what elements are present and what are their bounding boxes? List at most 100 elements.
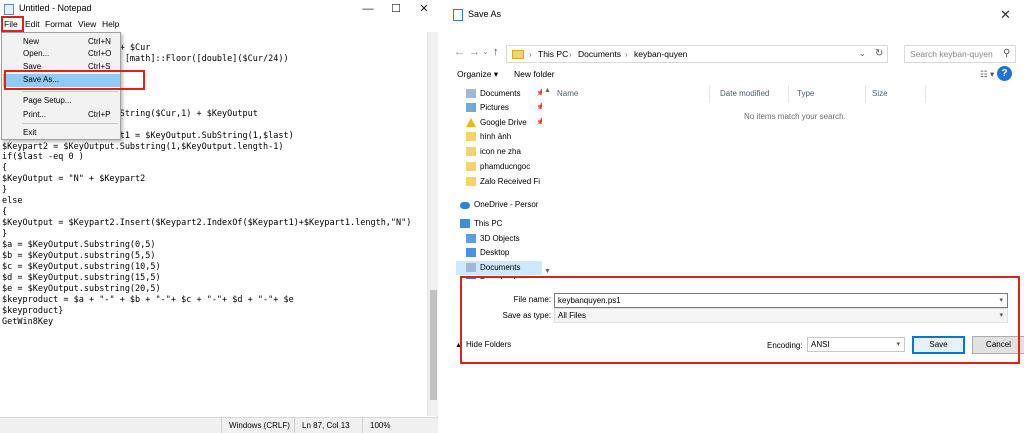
- nav-item-zalo-received-fi[interactable]: Zalo Received Fi: [456, 175, 549, 189]
- status-line-ending: Windows (CRLF): [229, 421, 290, 430]
- notepad-window: Untitled - Notepad — ☐ ✕ File Edit Forma…: [0, 0, 438, 433]
- notepad-app-icon: [4, 4, 14, 15]
- nav-item-3d-objects[interactable]: 3D Objects: [456, 232, 549, 246]
- search-icon: ⚲: [1003, 48, 1011, 59]
- hide-folders-button[interactable]: ▲ Hide Folders: [455, 340, 511, 349]
- nav-item-label: OneDrive - Persor: [474, 200, 539, 209]
- menu-edit[interactable]: Edit: [25, 19, 40, 29]
- file-menu-save-as[interactable]: Save As...: [3, 74, 120, 87]
- nav-item-onedrive-persor[interactable]: OneDrive - Persor: [456, 198, 543, 212]
- refresh-icon[interactable]: ↻: [875, 48, 883, 59]
- organize-button[interactable]: Organize ▾: [457, 69, 498, 80]
- close-button[interactable]: ✕: [410, 0, 438, 18]
- recent-locations-icon[interactable]: ⌄: [482, 47, 489, 56]
- save-button[interactable]: Save: [912, 336, 965, 354]
- chevron-up-icon: ▲: [455, 342, 462, 349]
- view-options-icon[interactable]: ☷ ▾: [980, 69, 994, 80]
- code-line: $a = $KeyOutput.Substring(0,5): [2, 240, 156, 251]
- code-line: {: [2, 163, 8, 174]
- notepad-titlebar[interactable]: Untitled - Notepad — ☐ ✕: [0, 0, 438, 18]
- encoding-select[interactable]: ANSI ▾: [807, 337, 905, 352]
- status-position: Ln 87, Col 13: [302, 421, 350, 430]
- menu-format[interactable]: Format: [45, 19, 72, 29]
- search-placeholder: Search keyban-quyen: [910, 49, 993, 59]
- file-menu-page-setup[interactable]: Page Setup...: [3, 95, 120, 107]
- chevron-down-icon: ▾: [896, 341, 900, 348]
- code-line: $keyproduct = $a + "-" + $b + "-"+ $c + …: [2, 294, 294, 305]
- navigation-pane-scrollbar[interactable]: ▲ ▼: [542, 85, 552, 279]
- column-size[interactable]: Size: [872, 89, 888, 98]
- column-name[interactable]: Name: [557, 89, 578, 98]
- nav-item-downloads[interactable]: Downloads: [456, 275, 549, 279]
- chevron-down-icon: ▾: [999, 312, 1003, 319]
- search-input[interactable]: Search keyban-quyen ⚲: [904, 45, 1016, 63]
- nav-item-label: Documents: [480, 263, 521, 272]
- cancel-button[interactable]: Cancel: [972, 336, 1024, 354]
- back-arrow-icon[interactable]: ←: [454, 46, 465, 58]
- nav-item-label: phamducngoc: [480, 162, 531, 171]
- breadcrumb-this-pc[interactable]: This PC: [538, 49, 568, 59]
- nav-item-pictures[interactable]: Pictures 📌: [456, 101, 549, 115]
- nav-item-label: This PC: [474, 219, 503, 228]
- scrollbar-thumb[interactable]: [430, 290, 437, 400]
- save-as-type-select[interactable]: All Files ▾: [554, 308, 1008, 323]
- help-icon[interactable]: ?: [997, 66, 1012, 81]
- new-folder-button[interactable]: New folder: [514, 69, 555, 79]
- address-bar[interactable]: › This PC › Documents › keyban-quyen ⌄ ↻: [506, 45, 888, 63]
- menu-help[interactable]: Help: [102, 19, 119, 29]
- save-as-titlebar[interactable]: Save As ✕: [445, 0, 1024, 30]
- nav-item-label: Pictures: [480, 103, 509, 112]
- nav-item-desktop[interactable]: Desktop: [456, 246, 549, 260]
- code-line: GetWin8Key: [2, 316, 54, 327]
- dialog-footer: ▲ Hide Folders Encoding: ANSI ▾ Save Canc…: [445, 332, 1024, 358]
- forward-arrow-icon[interactable]: →: [469, 46, 480, 58]
- this-pc-icon: [460, 219, 470, 228]
- chevron-down-icon: ▾: [999, 297, 1003, 304]
- code-line: else: [2, 196, 23, 207]
- notepad-vertical-scrollbar[interactable]: [427, 32, 438, 416]
- onedrive-icon: [460, 202, 470, 209]
- nav-item-documents[interactable]: Documents: [456, 261, 549, 275]
- nav-item-h-nh-nh[interactable]: hình ảnh: [456, 130, 549, 144]
- nav-item-this-pc[interactable]: This PC: [456, 217, 543, 231]
- nav-item-label: 3D Objects: [480, 234, 520, 243]
- menu-view[interactable]: View: [78, 19, 96, 29]
- file-name-label: File name:: [513, 295, 551, 304]
- file-menu-new[interactable]: New Ctrl+N: [3, 36, 120, 48]
- file-menu-print[interactable]: Print... Ctrl+P: [3, 109, 120, 121]
- minimize-button[interactable]: —: [354, 0, 382, 18]
- folder-icon: [466, 177, 476, 186]
- nav-item-icon-ne-zha[interactable]: icon ne zha: [456, 145, 549, 159]
- code-line: $c = $KeyOutput.substring(10,5): [2, 262, 161, 273]
- breadcrumb-separator: ›: [569, 49, 572, 59]
- nav-item-documents[interactable]: Documents 📌: [456, 87, 549, 101]
- close-icon[interactable]: ✕: [1000, 7, 1011, 23]
- breadcrumb-documents[interactable]: Documents: [578, 49, 621, 59]
- column-date-modified[interactable]: Date modified: [720, 89, 769, 98]
- menu-file[interactable]: File: [4, 19, 18, 29]
- maximize-button[interactable]: ☐: [382, 0, 410, 18]
- nav-item-google-drive[interactable]: Google Drive 📌: [456, 116, 549, 130]
- nav-item-label: Desktop: [480, 248, 510, 257]
- nav-item-label: Downloads: [480, 277, 520, 279]
- navigation-pane: Documents 📌 Pictures 📌 Google Drive 📌 hình ảnh…: [456, 85, 549, 279]
- file-menu-open[interactable]: Open... Ctrl+O: [3, 48, 120, 60]
- save-as-title: Save As: [468, 9, 502, 19]
- breadcrumb-keyban-quyen[interactable]: keyban-quyen: [634, 49, 687, 59]
- code-line: }: [2, 229, 8, 240]
- chevron-down-icon[interactable]: ⌄: [859, 49, 866, 58]
- file-name-field[interactable]: keybanquyen.ps1 ▾: [554, 293, 1008, 308]
- up-arrow-icon[interactable]: ↑: [493, 46, 499, 58]
- desktop-icon: [466, 248, 476, 257]
- google-drive-icon: [466, 118, 476, 127]
- nav-item-phamducngoc[interactable]: phamducngoc: [456, 160, 549, 174]
- code-line: $b = $KeyOutput.substring(5,5): [2, 251, 156, 262]
- file-menu-exit[interactable]: Exit: [3, 127, 120, 139]
- file-menu-save[interactable]: Save Ctrl+S: [3, 61, 120, 73]
- column-type[interactable]: Type: [797, 89, 814, 98]
- status-zoom: 100%: [370, 421, 391, 430]
- save-as-type-label: Save as type:: [502, 311, 551, 320]
- folder-icon: [466, 162, 476, 171]
- code-line: $KeyOutput = $Keypart2.Insert($Keypart2.…: [2, 218, 412, 229]
- nav-item-label: icon ne zha: [480, 147, 521, 156]
